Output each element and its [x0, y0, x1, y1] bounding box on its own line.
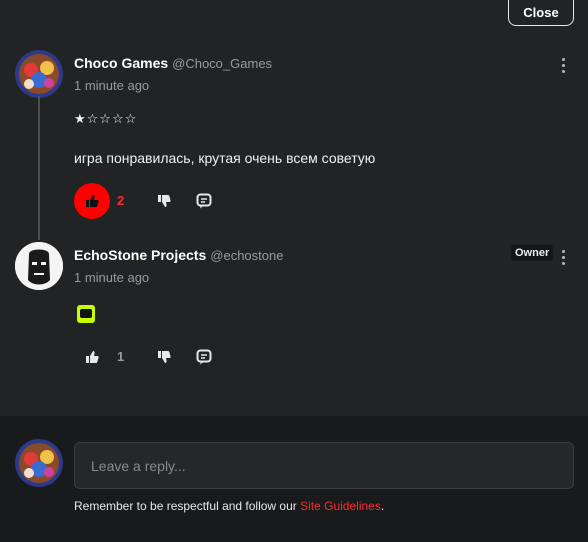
reply-button[interactable] — [192, 190, 216, 212]
avatar[interactable] — [15, 242, 63, 290]
owner-badge: Owner — [511, 245, 554, 261]
guidelines-notice: Remember to be respectful and follow our… — [74, 499, 385, 513]
avatar[interactable] — [15, 50, 63, 98]
thumbs-up-icon — [86, 351, 99, 363]
site-guidelines-link[interactable]: Site Guidelines — [300, 499, 381, 513]
comment-rating: ★☆☆☆☆ — [74, 112, 138, 127]
more-vertical-icon[interactable] — [562, 58, 566, 73]
comment-author[interactable]: EchoStone Projects @echostone — [74, 247, 283, 263]
thumbs-down-icon — [158, 195, 171, 207]
dislike-button[interactable] — [152, 346, 176, 368]
close-button[interactable]: Close — [508, 0, 574, 26]
comment-time: 1 minute ago — [74, 270, 150, 285]
comment-author[interactable]: Choco Games @Choco_Games — [74, 55, 272, 71]
thread-line — [38, 96, 40, 240]
more-vertical-icon[interactable] — [562, 250, 566, 265]
comment-handle: @Choco_Games — [172, 56, 273, 71]
reply-button[interactable] — [192, 346, 216, 368]
like-count: 2 — [117, 193, 125, 208]
like-button[interactable] — [80, 346, 104, 368]
comment-text: игра понравилась, крутая очень всем сове… — [74, 150, 376, 166]
thumbs-down-icon — [158, 351, 171, 363]
comment-reply-icon — [196, 193, 212, 209]
like-count: 1 — [117, 349, 125, 364]
avatar — [15, 439, 63, 487]
thumbs-up-icon — [86, 195, 99, 207]
comment-reply-icon — [196, 349, 212, 365]
comment-time: 1 minute ago — [74, 78, 150, 93]
reply-input[interactable] — [74, 442, 574, 489]
comment-handle: @echostone — [210, 248, 284, 263]
like-button[interactable] — [74, 183, 110, 219]
dislike-button[interactable] — [152, 190, 176, 212]
emoji-icon — [77, 305, 95, 323]
